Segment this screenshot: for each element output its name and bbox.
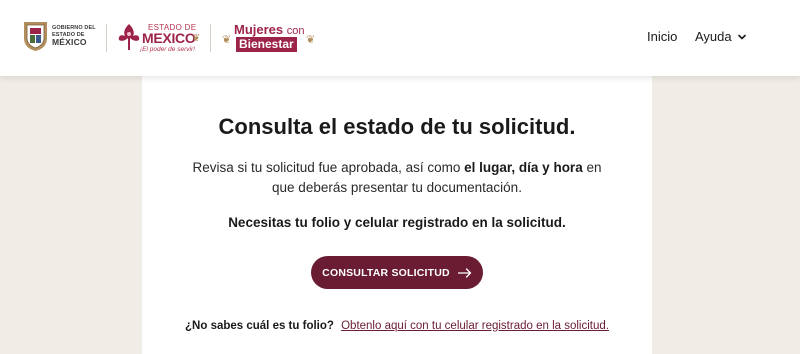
- logo-divider: [210, 24, 211, 52]
- arrow-right-icon: [457, 267, 471, 278]
- mujeres-logo-title: Mujeres con: [234, 22, 305, 37]
- nav-ayuda-dropdown[interactable]: Ayuda: [695, 29, 746, 44]
- leaf-icon: ❦: [222, 34, 232, 46]
- leaf-icon: ❦: [192, 33, 201, 44]
- chevron-down-icon: [737, 34, 746, 39]
- page-title: Consulta el estado de tu solicitud.: [218, 114, 576, 139]
- nav-inicio-link[interactable]: Inicio: [647, 29, 677, 44]
- edomex-mexico-text: MEXICO: [142, 30, 196, 46]
- button-label: CONSULTAR SOLICITUD: [322, 266, 450, 279]
- leaf-icon: ❦: [306, 34, 316, 46]
- estado-de-mexico-logo[interactable]: ESTADO DE MEXICO ❦ ¡El poder de servir!: [116, 20, 200, 56]
- bienestar-label: Bienestar: [236, 37, 297, 52]
- flower-icon: [118, 24, 140, 50]
- page-description: Revisa si tu solicitud fue aprobada, así…: [192, 160, 602, 195]
- gobierno-edomex-logo[interactable]: GOBIERNO DEL ESTADO DE MÉXICO: [22, 20, 100, 54]
- nav-ayuda-label: Ayuda: [695, 29, 732, 44]
- folio-help: ¿No sabes cuál es tu folio? Obtenlo aquí…: [142, 320, 652, 332]
- edomex-tagline: ¡El poder de servir!: [140, 46, 195, 53]
- gobierno-logo-text: GOBIERNO DEL ESTADO DE MÉXICO: [52, 25, 96, 47]
- coat-of-arms-icon: [24, 22, 47, 51]
- obtener-folio-link[interactable]: Obtenlo aquí con tu celular registrado e…: [341, 320, 609, 332]
- logo-divider: [106, 24, 107, 52]
- consultar-solicitud-button[interactable]: CONSULTAR SOLICITUD: [311, 256, 483, 289]
- requirement-text: Necesitas tu folio y celular registrado …: [228, 215, 566, 230]
- mujeres-con-bienestar-logo[interactable]: ❦ Mujeres con Bienestar ❦: [222, 22, 318, 54]
- site-header: GOBIERNO DEL ESTADO DE MÉXICO ESTADO DE …: [0, 0, 800, 76]
- consulta-card: Consulta el estado de tu solicitud. Revi…: [142, 76, 652, 354]
- folio-question: ¿No sabes cuál es tu folio?: [185, 320, 334, 332]
